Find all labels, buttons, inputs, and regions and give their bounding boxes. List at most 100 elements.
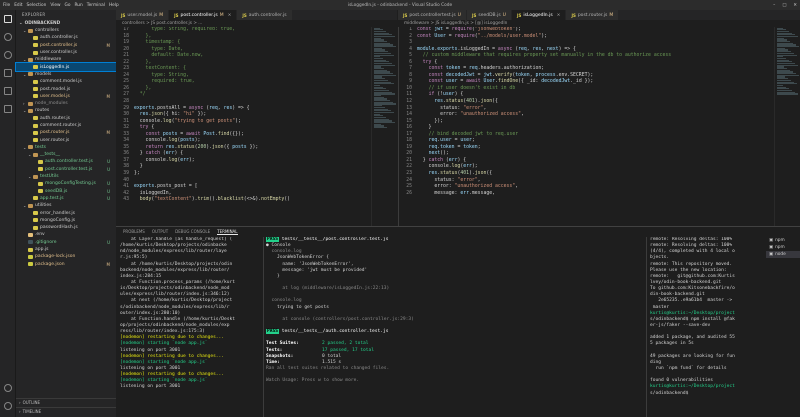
file-item[interactable]: app.js [16, 246, 116, 253]
window-controls: – □ ✕ [773, 3, 797, 8]
folder-item[interactable]: ⌄ utilities [16, 202, 116, 209]
folder-icon [28, 145, 33, 150]
javascript-file-icon: JS [403, 12, 408, 18]
file-item[interactable]: user.controller.js [16, 49, 116, 56]
file-label: tests [35, 144, 46, 150]
close-icon[interactable]: ✕ [793, 3, 797, 8]
file-item[interactable]: user.model.js M [16, 93, 116, 100]
left-minimap[interactable] [371, 27, 397, 226]
file-item[interactable]: mongoConfigTesting.js U [16, 180, 116, 187]
tab-status-badge: U [502, 12, 506, 18]
file-item[interactable]: comment.model.js [16, 78, 116, 85]
panel-tab-problems[interactable]: PROBLEMS [123, 229, 145, 234]
file-label: __tests__ [40, 152, 60, 158]
folder-item[interactable]: ⌄ middleware [16, 56, 116, 63]
file-label: comment.router.js [40, 123, 82, 128]
file-item[interactable]: post.controller.test.js U [16, 166, 116, 173]
editor-tab[interactable]: JS post.controllertest.js U [398, 10, 467, 20]
left-editor[interactable]: 17 type: String, required: true, 18 }, 19 … [116, 27, 397, 226]
project-folder[interactable]: ⌄ ODINBACKEND [16, 19, 116, 27]
terminal-nodemon[interactable]: at Layer.handle [as handle_request] (/ho… [120, 237, 260, 391]
file-label: controllers [35, 28, 59, 34]
run-debug-icon[interactable] [0, 64, 16, 82]
javascript-file-icon: JS [571, 12, 576, 18]
terminal-jest[interactable]: PASS tests/__tests__/post.controller.tes… [266, 237, 644, 384]
file-item[interactable]: package.json M [16, 261, 116, 268]
summary-value: 17 passed, 17 total [322, 347, 375, 353]
close-tab-icon[interactable]: × [228, 13, 232, 18]
panel-tab-debug-console[interactable]: DEBUG CONSOLE [175, 229, 210, 234]
folder-item[interactable]: ⌄ routes [16, 107, 116, 114]
file-item[interactable]: post.controller.js M [16, 42, 116, 49]
manage-gear-icon[interactable] [0, 397, 16, 415]
panel-tabs: PROBLEMS OUTPUT DEBUG CONSOLE TERMINAL [116, 227, 800, 236]
file-item[interactable]: package-lock.json [16, 253, 116, 260]
editor-tab[interactable]: JS user.model.js M [116, 10, 170, 20]
file-item[interactable]: isLoggedIn.js [15, 62, 117, 72]
git-status-badge: M [106, 261, 110, 267]
javascript-file-icon [33, 35, 38, 40]
file-tree: ⌄ controllers auth.controller.js post.contr… [15, 27, 117, 268]
editor-tab[interactable]: JS post.controller.js M × [169, 10, 238, 20]
file-label: .gitignore [35, 239, 57, 245]
file-item[interactable]: auth.controller.test.js U [16, 158, 116, 165]
folder-item[interactable]: ⌄ testUtils [16, 173, 116, 180]
file-label: user.router.js [40, 137, 70, 143]
terminal-divider[interactable] [263, 237, 264, 417]
panel-tab-output[interactable]: OUTPUT [152, 229, 168, 234]
file-item[interactable]: .env [16, 231, 116, 238]
file-item[interactable]: passwordHash.js [16, 224, 116, 231]
folder-icon [28, 28, 33, 33]
panel-tab-terminal[interactable]: TERMINAL [217, 229, 238, 235]
file-item[interactable]: auth.controller.js [16, 34, 116, 41]
terminal-list-label: npm [775, 245, 785, 250]
folder-item[interactable]: ⌄ models [16, 71, 116, 78]
folder-item[interactable]: ⌄ tests [16, 144, 116, 151]
folder-item[interactable]: ⌄ controllers [16, 27, 116, 34]
extensions-icon[interactable] [0, 82, 16, 100]
explorer-icon[interactable] [0, 10, 16, 28]
file-label: comment.model.js [40, 79, 82, 85]
editor-tab[interactable]: JS auth.controller.js [237, 10, 293, 20]
javascript-file-icon [33, 211, 38, 216]
file-item[interactable]: comment.router.js [16, 122, 116, 129]
file-item[interactable]: .gitignore U [16, 239, 116, 246]
terminal-list-item[interactable]: ▣ npm [766, 237, 800, 244]
file-label: auth.router.js [40, 115, 71, 121]
file-item[interactable]: error_handler.js [16, 209, 116, 216]
account-icon[interactable] [0, 379, 16, 397]
folder-icon [33, 174, 38, 179]
file-item[interactable]: app.test.js U [16, 195, 116, 202]
summary-value: 2 passed, 2 total [322, 341, 369, 347]
javascript-file-icon [38, 167, 43, 172]
editor-tab[interactable]: JS isLoggedIn.js × [511, 10, 567, 20]
remote-explorer-icon[interactable] [0, 100, 16, 118]
minimize-icon[interactable]: – [773, 3, 775, 8]
terminal-list-item[interactable]: ▣ node [766, 251, 800, 258]
file-item[interactable]: post.model.js [16, 85, 116, 92]
terminal-divider[interactable] [646, 237, 647, 417]
terminal-npm[interactable]: remote: Resolving deltas: 100% remote: Re… [650, 237, 764, 397]
file-item[interactable]: post.router.js M [16, 129, 116, 136]
terminal-list-item[interactable]: ▣ npm [766, 244, 800, 251]
file-item[interactable]: auth.router.js [16, 115, 116, 122]
folder-icon [28, 57, 33, 62]
outline-section[interactable]: › OUTLINE [16, 398, 116, 406]
file-item[interactable]: mongoConfig.js [16, 217, 116, 224]
close-tab-icon[interactable]: × [557, 13, 561, 18]
file-item[interactable]: seedDB.js U [16, 188, 116, 195]
file-label: models [35, 71, 52, 77]
right-breadcrumb: middleware > JS isLoggedIn.js > [@] isLo… [398, 20, 800, 27]
folder-item[interactable]: › node_modules [16, 100, 116, 107]
source-control-icon[interactable] [0, 46, 16, 64]
folder-item[interactable]: ⌄ __tests__ [16, 151, 116, 158]
right-minimap[interactable] [774, 27, 800, 226]
code-text: console.log(err); [134, 157, 195, 163]
editor-tab[interactable]: JS seedDB.js U [466, 10, 512, 20]
search-icon[interactable] [0, 28, 16, 46]
maximize-icon[interactable]: □ [782, 3, 786, 8]
file-item[interactable]: user.router.js [16, 136, 116, 143]
right-editor[interactable]: 1 const jwt = require("jsonwebtoken"); 2 co… [398, 27, 800, 226]
timeline-section[interactable]: › TIMELINE [16, 407, 116, 415]
editor-tab[interactable]: JS post.router.js M [566, 10, 620, 20]
